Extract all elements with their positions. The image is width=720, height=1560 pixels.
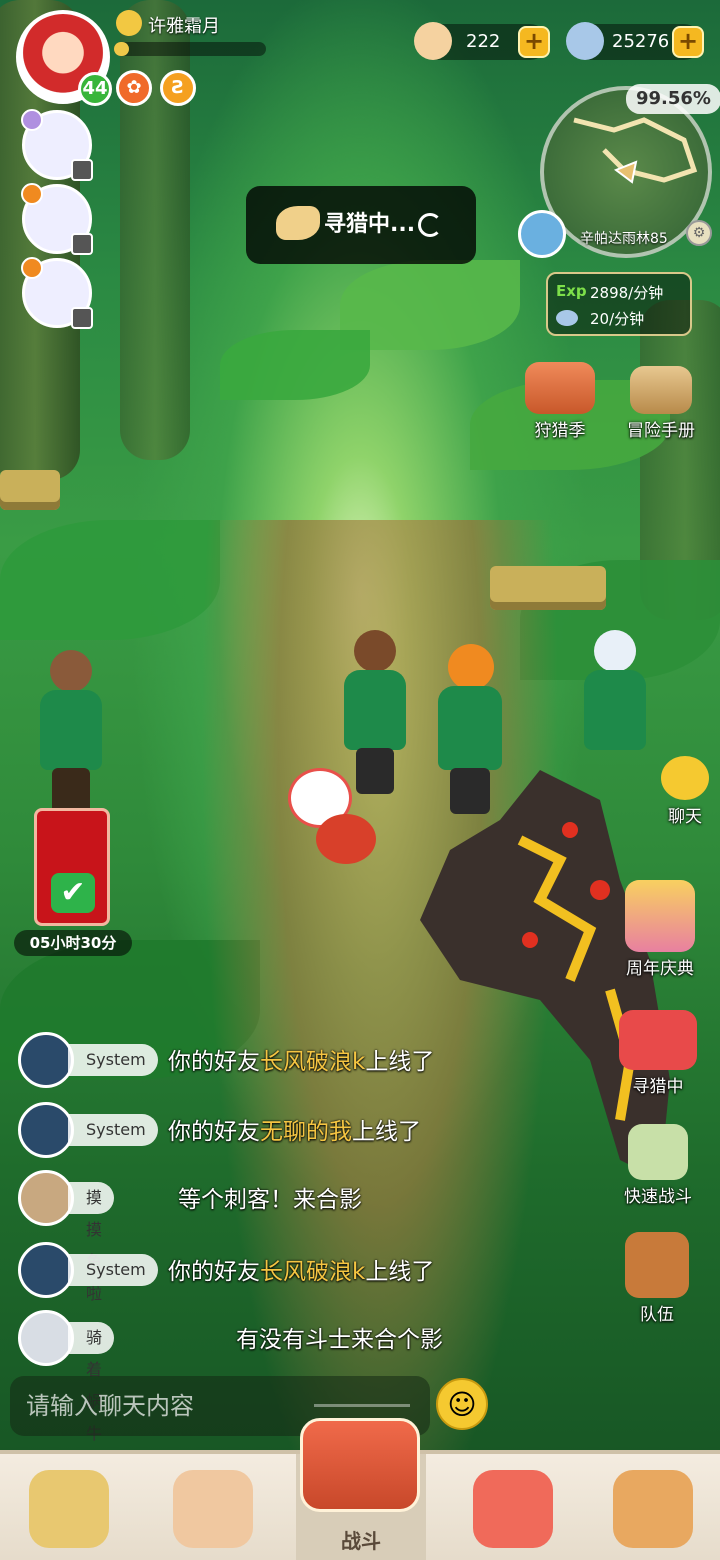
exploration-percent: 99.56% xyxy=(626,84,720,114)
smiley-icon xyxy=(116,10,142,36)
battle-totem-icon xyxy=(300,1418,420,1512)
searching-text: 寻猎中... xyxy=(324,212,416,237)
hunter-helmet-icon xyxy=(29,1470,109,1548)
check-icon: ✔ xyxy=(51,873,95,913)
element-icon xyxy=(21,257,43,279)
exp-label: Exp xyxy=(556,282,587,300)
chat-sender: System xyxy=(68,1044,158,1076)
tree-stump xyxy=(490,566,606,610)
buff-orange-icon[interactable]: ✿ xyxy=(116,70,152,106)
red-envelope-button[interactable]: ✔ xyxy=(34,808,110,926)
dino-icon xyxy=(619,1010,697,1070)
anniversary-button[interactable]: 周年庆典 xyxy=(612,880,708,979)
leaf xyxy=(220,330,370,400)
swap-icon xyxy=(71,159,93,181)
user-avatar xyxy=(18,1170,74,1226)
chat-text: 你的好友无聊的我上线了 xyxy=(168,1119,421,1145)
book-icon xyxy=(630,366,692,414)
emoji-button[interactable]: ☺ xyxy=(436,1378,488,1430)
mask-icon xyxy=(173,1470,253,1548)
chat-sender: System xyxy=(68,1254,158,1286)
player-level-badge: 44 xyxy=(78,72,112,106)
chat-bubble-icon xyxy=(661,756,709,800)
hunting-status-button[interactable]: 寻猎中 xyxy=(610,1010,706,1097)
cake-icon xyxy=(625,880,695,952)
add-shell-button[interactable]: + xyxy=(518,26,550,58)
gear-icon[interactable]: ⚙ xyxy=(686,220,712,246)
chat-label: 聊天 xyxy=(668,807,702,827)
nav-tab-team[interactable] xyxy=(148,1454,278,1560)
quick-battle-button[interactable]: 快速战斗 xyxy=(612,1124,704,1207)
area-boss-avatar[interactable] xyxy=(518,210,566,258)
gem-currency: 25276 + xyxy=(566,22,704,60)
location-name: 辛帕达雨林85 xyxy=(580,231,668,247)
team-member-avatar[interactable] xyxy=(21,183,93,255)
nav-battle-label: 战斗 xyxy=(341,1529,381,1553)
chat-button[interactable]: 聊天 xyxy=(650,756,720,827)
tree-trunk xyxy=(120,0,190,460)
chat-text: 有没有斗士来合个影 xyxy=(236,1327,443,1353)
system-avatar xyxy=(18,1102,74,1158)
team-icon xyxy=(625,1232,689,1298)
totem-icon xyxy=(525,362,595,414)
loading-spinner-icon xyxy=(418,213,442,237)
chat-text: 你的好友长风破浪k上线了 xyxy=(168,1049,435,1075)
team-member-avatar[interactable] xyxy=(21,109,93,181)
element-icon xyxy=(21,109,43,131)
gem-icon xyxy=(566,22,604,60)
team-label: 队伍 xyxy=(640,1305,674,1325)
leaf xyxy=(0,520,220,640)
hunt-season-label: 狩猎季 xyxy=(534,421,586,441)
swap-icon xyxy=(71,307,93,329)
chat-sender: System xyxy=(68,1114,158,1146)
hunt-season-button[interactable]: 狩猎季 xyxy=(518,362,602,441)
chat-text: 等个刺客！来合影 xyxy=(178,1187,362,1213)
income-rates: Exp 2898/分钟 20/分钟 xyxy=(546,272,692,336)
gem-icon xyxy=(556,310,578,326)
chat-sender: 骑着蜗牛追火箭 xyxy=(68,1322,115,1539)
xp-bar xyxy=(114,42,266,56)
quick-battle-label: 快速战斗 xyxy=(624,1187,692,1207)
system-avatar xyxy=(18,1032,74,1088)
gem-rate: 20/分钟 xyxy=(590,310,645,328)
hunting-label: 寻猎中 xyxy=(632,1077,684,1097)
team-member-avatar[interactable] xyxy=(21,257,93,329)
gem-amount: 25276 xyxy=(612,31,670,52)
shell-currency: 222 + xyxy=(414,22,550,60)
stone-guardian-icon xyxy=(613,1470,693,1548)
searching-toast: 寻猎中... xyxy=(246,186,476,264)
adventure-manual-button[interactable]: 冒险手册 xyxy=(616,366,706,441)
hunter-character[interactable] xyxy=(340,630,410,800)
stone-totem-icon xyxy=(628,1124,688,1180)
swap-icon xyxy=(71,233,93,255)
add-gem-button[interactable]: + xyxy=(672,26,704,58)
nav-tab-character[interactable] xyxy=(4,1454,134,1560)
shell-icon xyxy=(414,22,452,60)
shell-amount: 222 xyxy=(466,31,501,52)
team-button[interactable]: 队伍 xyxy=(620,1232,694,1325)
anniversary-label: 周年庆典 xyxy=(626,959,694,979)
red-envelope-timer: 05小时30分 xyxy=(14,930,132,956)
exp-rate: 2898/分钟 xyxy=(590,284,664,302)
player-name: 许雅霜月 xyxy=(148,16,220,37)
buff-spiral-icon[interactable]: Ƨ xyxy=(160,70,196,106)
adventure-manual-label: 冒险手册 xyxy=(627,421,695,441)
hunter-character[interactable] xyxy=(36,650,106,820)
chat-text: 你的好友长风破浪k上线了 xyxy=(168,1259,435,1285)
chat-sender: 摸摸鱼啦 xyxy=(68,1182,115,1303)
xp-bar-fill xyxy=(114,42,130,56)
element-icon xyxy=(21,183,43,205)
system-avatar xyxy=(18,1242,74,1298)
horn-icon xyxy=(276,206,320,240)
tree-stump xyxy=(0,470,60,510)
red-ball xyxy=(316,814,376,864)
dino-pet-icon xyxy=(473,1470,553,1548)
user-avatar xyxy=(18,1310,74,1366)
nav-tab-pets[interactable] xyxy=(448,1454,578,1560)
nav-tab-totem[interactable] xyxy=(588,1454,718,1560)
